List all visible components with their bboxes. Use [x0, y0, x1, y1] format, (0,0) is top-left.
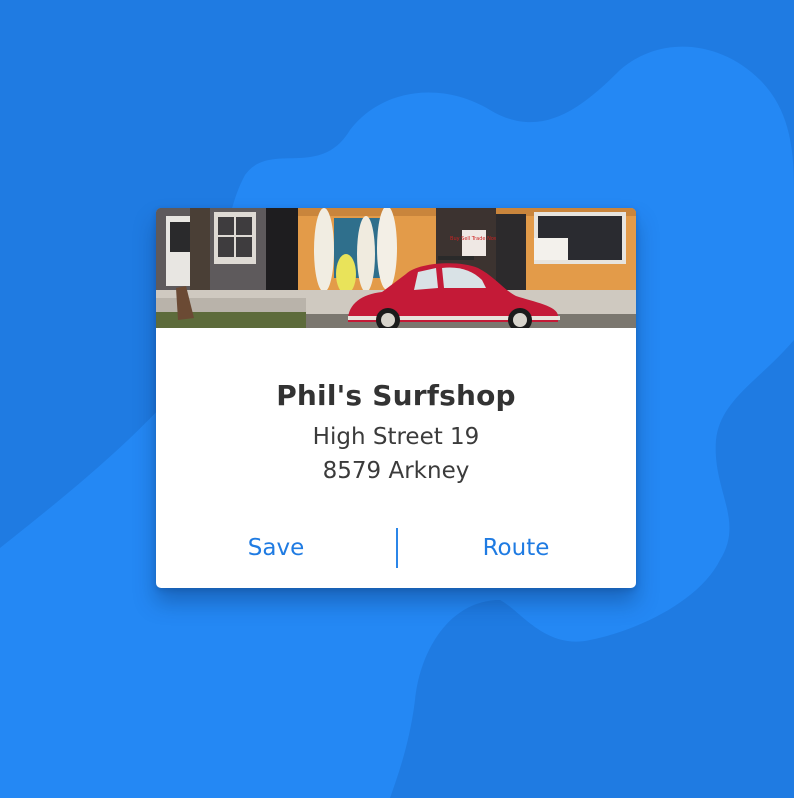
route-button[interactable]: Route [396, 528, 636, 568]
shop-name: Phil's Surfshop [276, 379, 516, 412]
storefront-photo: Buy Sell Trade Now [156, 208, 636, 328]
address-city: 8579 Arkney [322, 458, 470, 484]
card-actions: Save Route [156, 528, 636, 568]
save-button[interactable]: Save [156, 528, 396, 568]
photo-sign-text: Buy Sell Trade Now [450, 236, 498, 242]
address-street: High Street 19 [312, 424, 480, 450]
place-card: Buy Sell Trade Now Phil's Surfshop High … [156, 208, 636, 588]
